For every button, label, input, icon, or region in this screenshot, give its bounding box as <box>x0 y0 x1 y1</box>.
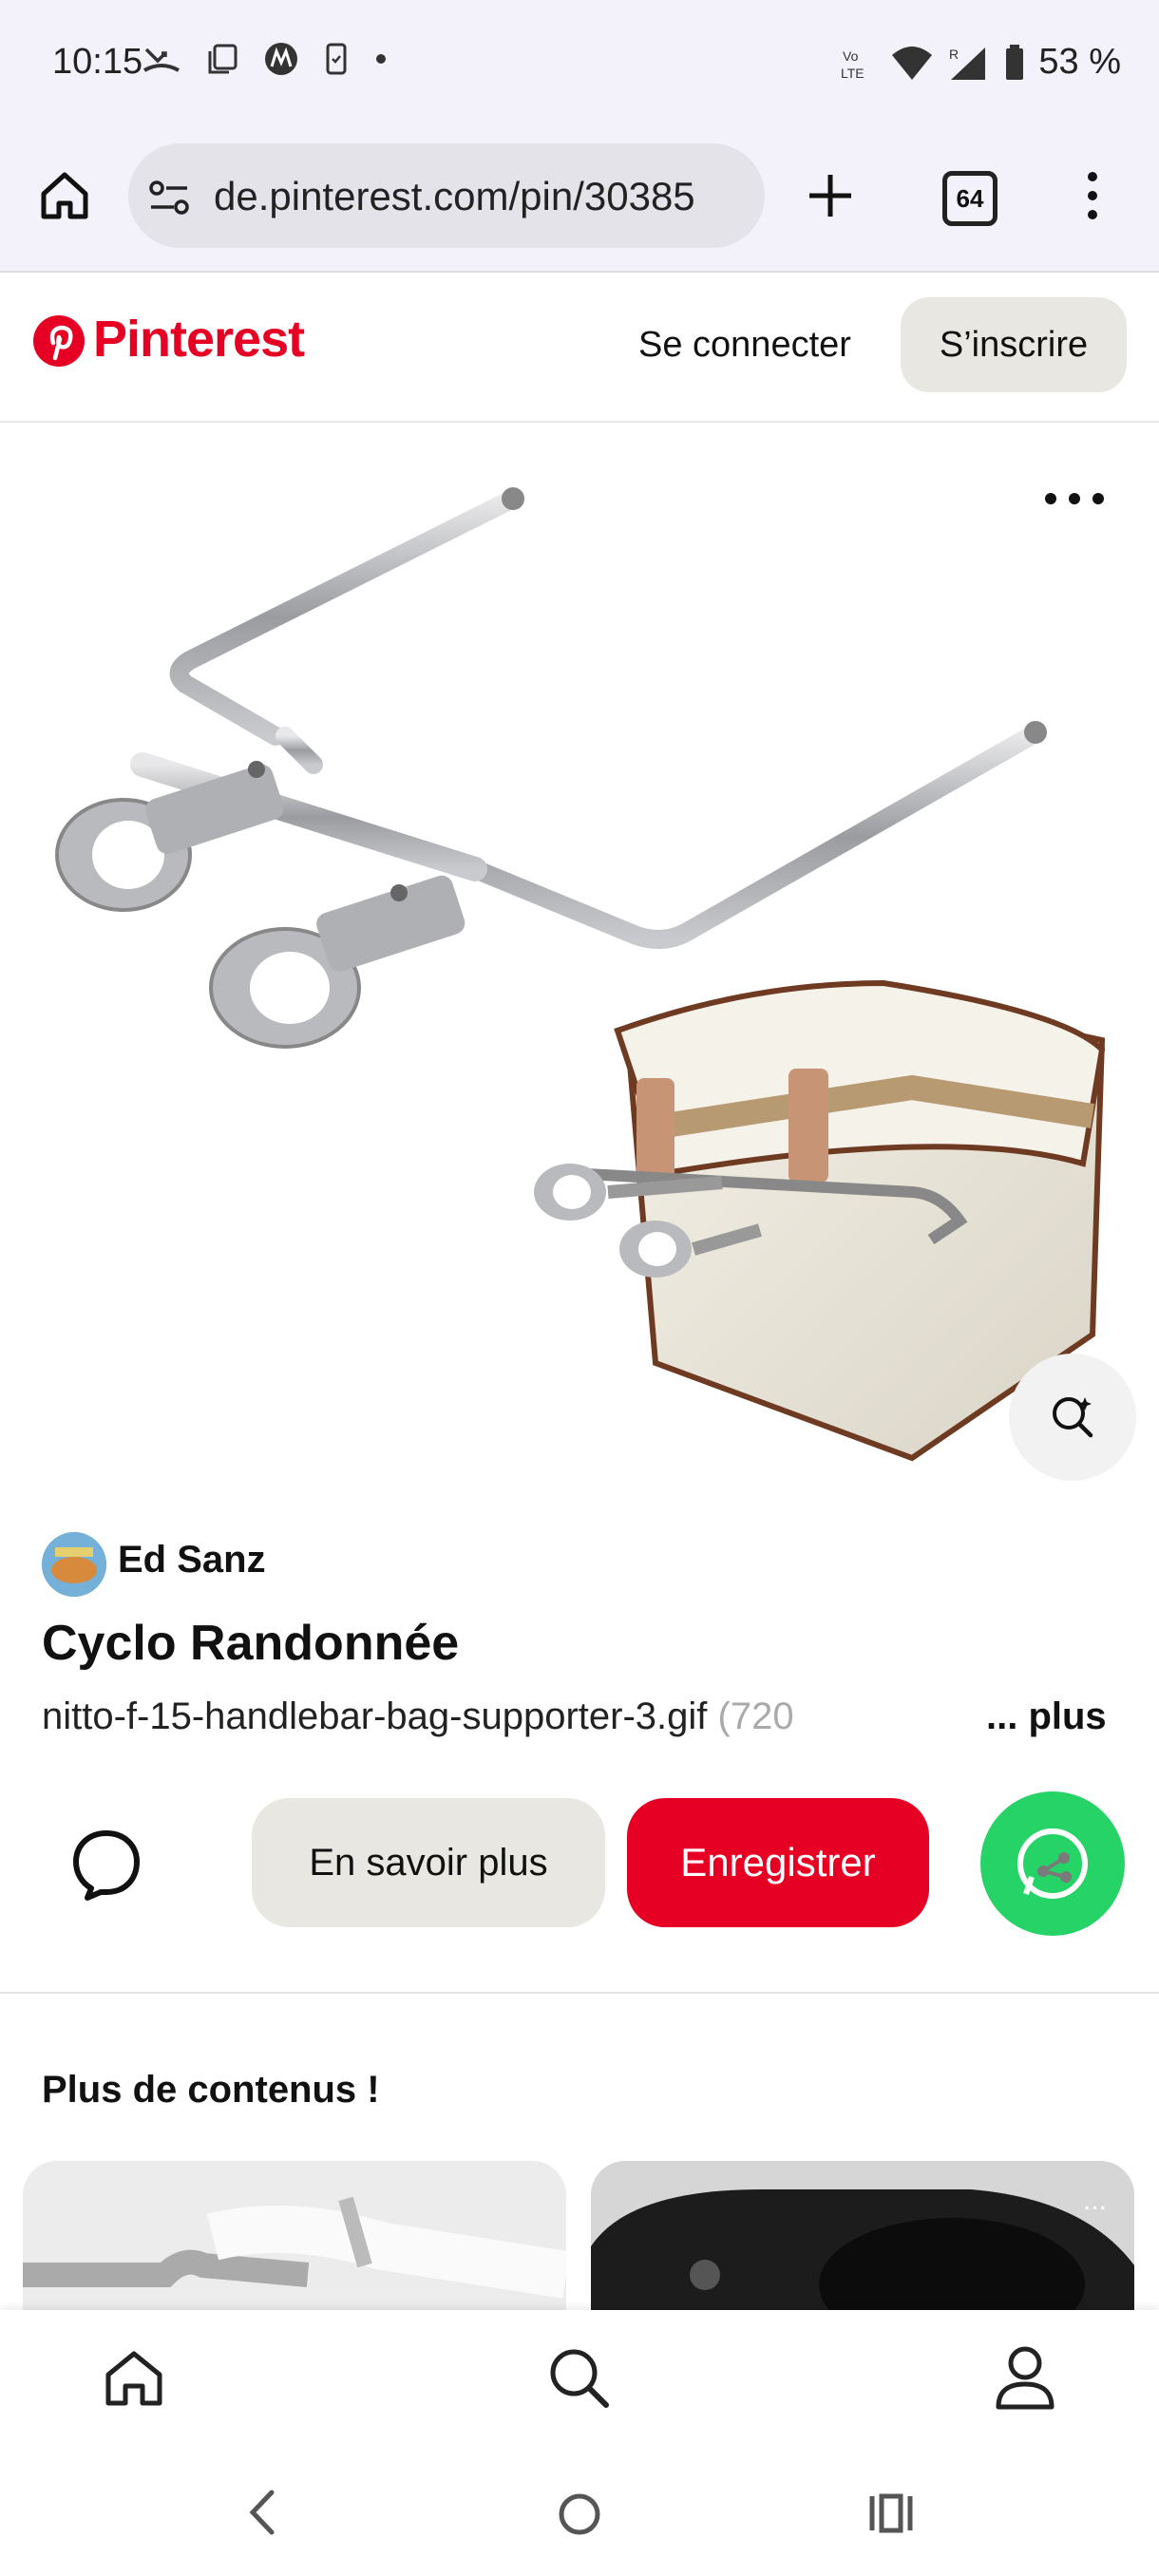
copy-icon <box>208 44 238 74</box>
comment-button[interactable] <box>66 1824 146 1904</box>
search-icon[interactable] <box>547 2346 610 2414</box>
home-icon[interactable] <box>103 2346 165 2414</box>
site-settings-icon[interactable] <box>147 177 193 223</box>
whatsapp-share-button[interactable] <box>980 1791 1125 1936</box>
sim-icon <box>326 43 347 75</box>
pin-title: Cyclo Randonnée <box>42 1616 460 1671</box>
status-icons-right: Vo LTE R 53 % <box>839 42 1121 83</box>
visual-search-button[interactable] <box>1009 1354 1136 1481</box>
author-avatar[interactable] <box>42 1532 106 1597</box>
signal-icon: R <box>949 47 986 80</box>
status-icons-left <box>142 42 388 76</box>
author-name[interactable]: Ed Sanz <box>118 1539 266 1582</box>
pinterest-logo-icon[interactable] <box>32 314 86 372</box>
more-link[interactable]: ... plus <box>986 1695 1107 1738</box>
missed-call-icon <box>143 47 180 72</box>
new-tab-icon[interactable] <box>806 171 855 225</box>
learn-more-button[interactable]: En savoir plus <box>252 1798 605 1927</box>
svg-text:Vo: Vo <box>843 48 859 64</box>
svg-text:R: R <box>949 47 959 62</box>
whatsapp-icon <box>1017 1828 1088 1899</box>
browser-menu-icon[interactable] <box>1078 169 1107 227</box>
volte-icon: Vo LTE <box>841 48 864 81</box>
recents-icon[interactable] <box>866 2491 916 2541</box>
more-content-heading: Plus de contenus ! <box>42 2069 380 2111</box>
battery-level: 53 % <box>1038 42 1121 82</box>
home-circle-icon[interactable] <box>557 2491 602 2542</box>
card-menu-icon[interactable]: ... <box>1083 2185 1107 2217</box>
profile-icon[interactable] <box>994 2344 1056 2415</box>
tab-switcher-button[interactable]: 64 <box>942 171 998 226</box>
url-text[interactable]: de.pinterest.com/pin/30385 <box>214 174 750 219</box>
rack-illustration <box>130 489 1043 949</box>
battery-icon <box>1006 44 1024 80</box>
pinterest-logo-text[interactable]: Pinterest <box>93 310 305 369</box>
dot-icon <box>376 54 386 64</box>
comment-icon <box>73 1830 140 1901</box>
clamp-illustration <box>55 761 466 1049</box>
login-link[interactable]: Se connecter <box>638 325 851 366</box>
back-icon[interactable] <box>245 2489 277 2541</box>
status-time: 10:15 <box>52 42 143 82</box>
signup-button[interactable]: S’inscrire <box>901 297 1127 392</box>
section-divider <box>0 1992 1159 1994</box>
wifi-icon <box>892 46 933 80</box>
related-pin-card[interactable] <box>591 2161 1134 2313</box>
motorola-icon <box>265 43 297 75</box>
svg-text:LTE: LTE <box>841 66 864 81</box>
save-button[interactable]: Enregistrer <box>627 1798 929 1927</box>
pin-options-icon[interactable] <box>1041 489 1108 513</box>
browser-home-icon[interactable] <box>36 167 93 229</box>
lens-search-icon <box>1053 1397 1093 1438</box>
pin-description: nitto-f-15-handlebar-bag-supporter-3.gif… <box>42 1695 794 1737</box>
related-pin-card[interactable] <box>23 2161 566 2313</box>
pin-image[interactable] <box>0 423 1159 1487</box>
